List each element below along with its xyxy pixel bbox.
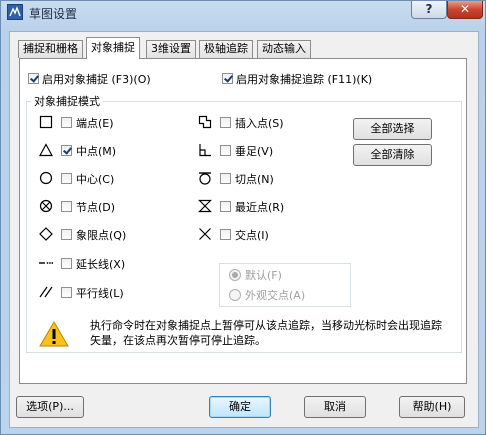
- tab-snap-grid[interactable]: 捕捉和栅格: [18, 40, 83, 58]
- enable-track-checkbox[interactable]: [222, 73, 233, 84]
- endpoint-checkbox[interactable]: [61, 117, 72, 128]
- parallel-label[interactable]: 平行线(L): [76, 285, 124, 301]
- tab-polar-tracking[interactable]: 极轴追踪: [199, 40, 253, 58]
- default-radio-label[interactable]: 默认(F): [245, 267, 282, 283]
- midpoint-label[interactable]: 中点(M): [76, 143, 116, 159]
- select-all-button[interactable]: 全部选择: [353, 118, 432, 140]
- insert-checkbox[interactable]: [220, 117, 231, 128]
- close-button[interactable]: ✕: [447, 1, 483, 19]
- options-button[interactable]: 选项(P)...: [16, 396, 84, 418]
- node-label[interactable]: 节点(D): [76, 199, 115, 215]
- perpendicular-icon: [199, 144, 211, 157]
- parallel-icon: [39, 286, 53, 298]
- intersection-checkbox[interactable]: [220, 229, 231, 240]
- extension-checkbox[interactable]: [61, 258, 72, 269]
- quadrant-checkbox[interactable]: [61, 229, 72, 240]
- tangent-icon: [199, 172, 211, 185]
- nearest-checkbox[interactable]: [220, 201, 231, 212]
- nearest-icon: [198, 199, 212, 213]
- perpendicular-checkbox[interactable]: [220, 145, 231, 156]
- midpoint-checkbox[interactable]: [61, 145, 72, 156]
- parallel-checkbox[interactable]: [61, 287, 72, 298]
- square-icon: [39, 115, 53, 129]
- circle-icon: [39, 171, 53, 185]
- intersection-icon: [199, 228, 211, 240]
- center-label[interactable]: 中心(C): [76, 171, 114, 187]
- tangent-checkbox[interactable]: [220, 173, 231, 184]
- insert-label[interactable]: 插入点(S): [235, 115, 284, 131]
- app-icon: [7, 4, 23, 20]
- title-bar[interactable]: 草图设置 ? ✕: [1, 1, 485, 25]
- extension-label[interactable]: 延长线(X): [76, 256, 125, 272]
- diamond-icon: [39, 227, 53, 241]
- tangent-label[interactable]: 切点(N): [235, 171, 274, 187]
- window-title: 草图设置: [29, 7, 78, 21]
- help-button[interactable]: 帮助(H): [399, 396, 465, 418]
- apparent-intersection-radio[interactable]: [229, 289, 241, 301]
- tab-object-snap[interactable]: 对象捕捉: [86, 37, 140, 59]
- node-checkbox[interactable]: [61, 201, 72, 212]
- tab-3d-settings[interactable]: 3维设置: [146, 40, 196, 58]
- dialog-window: 草图设置 ? ✕ 捕捉和栅格 对象捕捉 3维设置 极轴追踪 动态输入 启用对象捕…: [0, 0, 486, 435]
- endpoint-label[interactable]: 端点(E): [76, 115, 114, 131]
- help-title-button[interactable]: ?: [411, 1, 447, 19]
- enable-snap-label[interactable]: 启用对象捕捉 (F3)(O): [42, 71, 151, 87]
- nearest-label[interactable]: 最近点(R): [235, 199, 284, 215]
- insert-icon: [198, 115, 212, 129]
- extension-icon: [39, 262, 53, 264]
- quadrant-label[interactable]: 象限点(Q): [76, 227, 126, 243]
- triangle-icon: [39, 143, 53, 157]
- enable-track-label[interactable]: 启用对象捕捉追踪 (F11)(K): [236, 71, 372, 87]
- node-icon: [39, 199, 53, 213]
- warning-icon: [39, 321, 69, 347]
- enable-snap-checkbox[interactable]: [28, 73, 39, 84]
- default-radio[interactable]: [229, 269, 241, 281]
- cancel-button[interactable]: 取消: [304, 396, 366, 418]
- intersection-label[interactable]: 交点(I): [235, 227, 269, 243]
- group-title: 对象捕捉模式: [31, 93, 103, 109]
- info-text: 执行命令时在对象捕捉点上暂停可从该点追踪，当移动光标时会出现追踪矢量，在该点再次…: [90, 319, 442, 347]
- clear-all-button[interactable]: 全部清除: [353, 144, 432, 166]
- perpendicular-label[interactable]: 垂足(V): [235, 143, 273, 159]
- tab-dynamic-input[interactable]: 动态输入: [257, 40, 311, 58]
- apparent-intersection-label[interactable]: 外观交点(A): [245, 287, 305, 303]
- center-checkbox[interactable]: [61, 173, 72, 184]
- ok-button[interactable]: 确定: [209, 396, 271, 418]
